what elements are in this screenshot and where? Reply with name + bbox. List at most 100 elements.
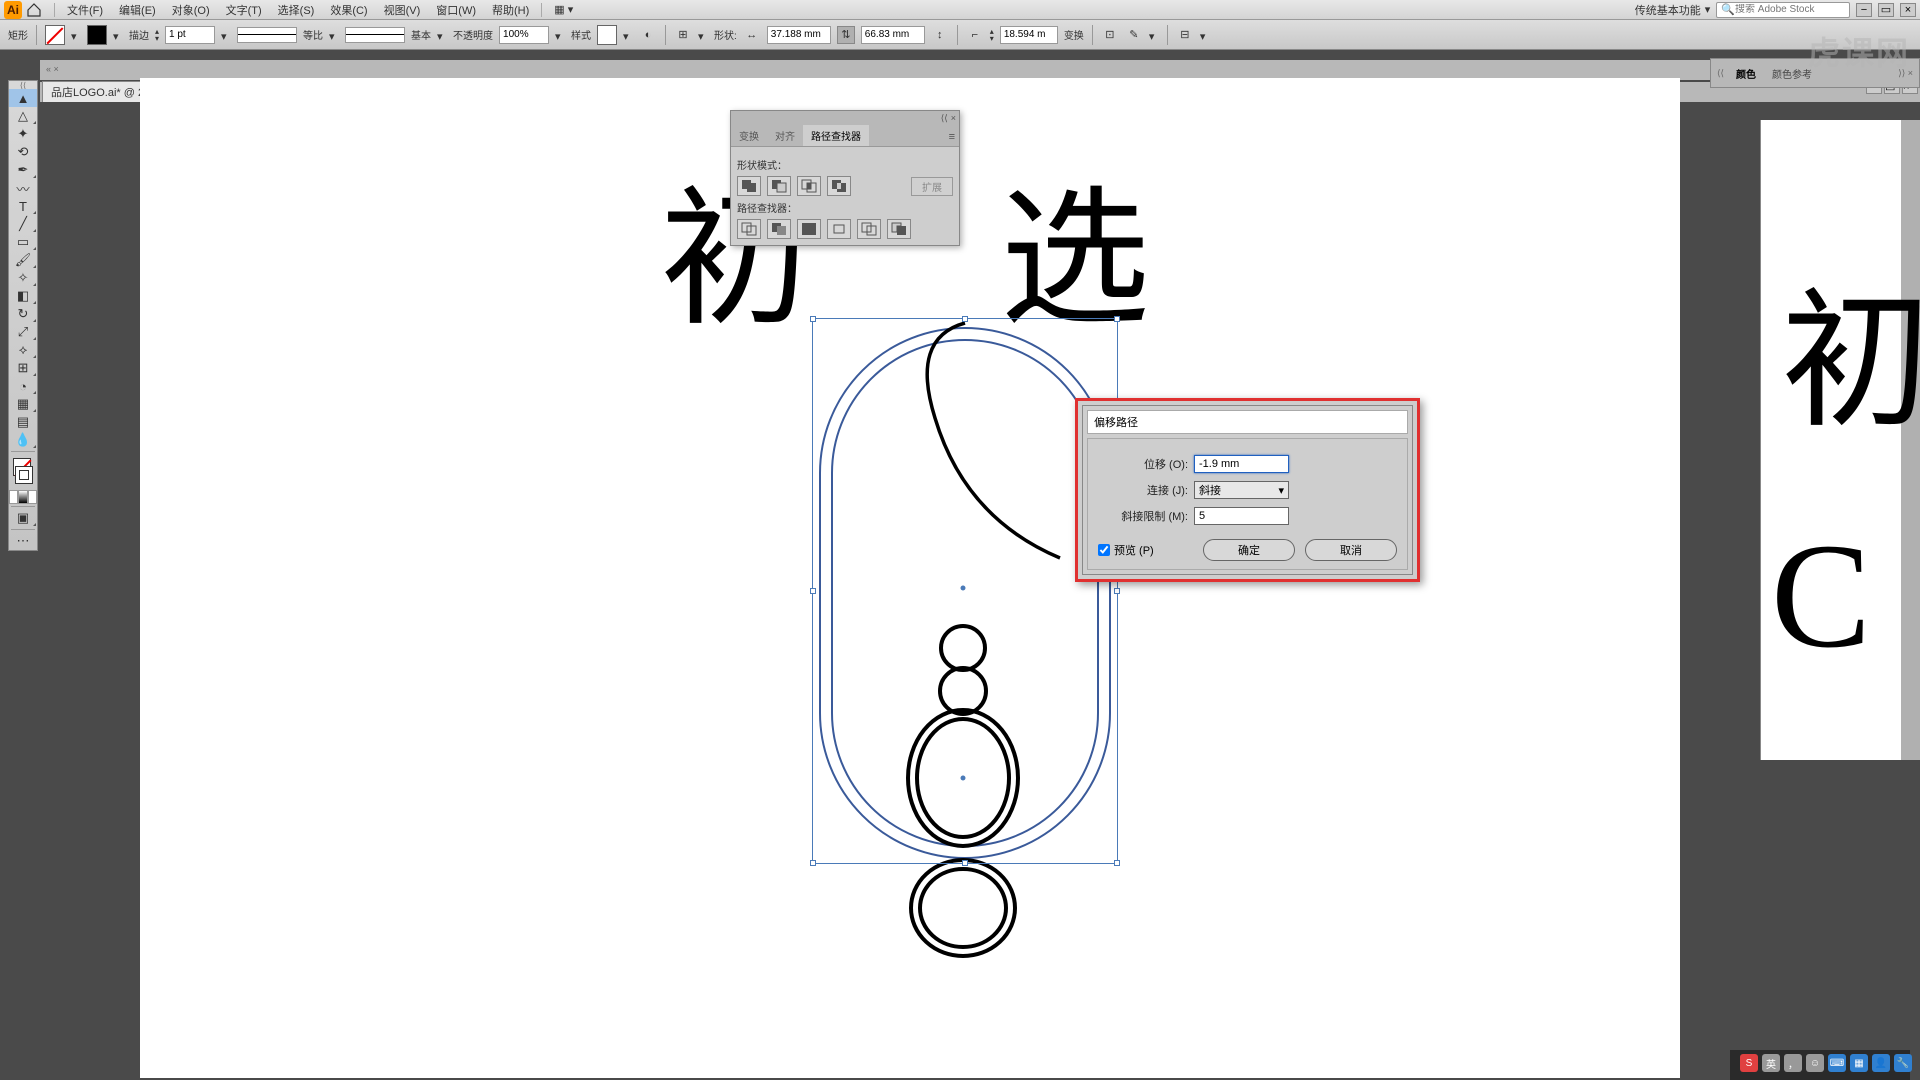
right-panel[interactable]: ⟨⟨ 颜色 颜色参考 ⟩⟩ ×	[1710, 58, 1920, 88]
expand-button[interactable]: 扩展	[911, 177, 953, 196]
panel-handle-icon[interactable]: ⟨⟨	[1717, 68, 1724, 79]
chevron-down-icon[interactable]: ▾	[221, 30, 231, 40]
workspace-switcher[interactable]: 传统基本功能 ▾	[1635, 2, 1711, 18]
color-mode-solid[interactable]	[9, 490, 18, 504]
trim-button[interactable]	[767, 219, 791, 239]
crop-button[interactable]	[827, 219, 851, 239]
chevron-down-icon[interactable]: ▾	[113, 30, 123, 40]
secondary-document[interactable]: 初 C	[1760, 120, 1920, 760]
stroke-color[interactable]	[15, 466, 33, 484]
menu-object[interactable]: 对象(O)	[164, 0, 218, 20]
stroke-weight-input[interactable]	[165, 26, 215, 44]
join-select[interactable]: 斜接▾	[1194, 481, 1289, 499]
preview-check-input[interactable]	[1098, 544, 1110, 556]
opacity-input[interactable]	[499, 26, 549, 44]
miter-input[interactable]	[1194, 507, 1289, 525]
screen-mode-tool[interactable]: ▣	[9, 509, 37, 527]
corner-icon[interactable]: ⌐	[966, 26, 984, 44]
menu-type[interactable]: 文字(T)	[218, 0, 270, 20]
stepper-icon[interactable]: ▴▾	[990, 28, 994, 42]
menu-arrange[interactable]: ▦ ▾	[546, 1, 581, 18]
line-tool[interactable]: ╱	[9, 215, 37, 233]
preview-checkbox[interactable]: 预览 (P)	[1098, 542, 1154, 558]
chevron-down-icon[interactable]: ▾	[329, 30, 339, 40]
menu-edit[interactable]: 编辑(E)	[111, 0, 164, 20]
align-tab[interactable]: 对齐	[767, 125, 803, 146]
height-input[interactable]	[861, 26, 925, 44]
pathfinder-panel[interactable]: ⟨⟨ × 变换 对齐 路径查找器 ≡ 形状模式： 扩展 路径查找器：	[730, 110, 960, 246]
menu-help[interactable]: 帮助(H)	[484, 0, 537, 20]
transform-label[interactable]: 变换	[1064, 27, 1084, 42]
menu-file[interactable]: 文件(F)	[59, 0, 111, 20]
close-button[interactable]: ×	[1900, 3, 1916, 17]
menu-effect[interactable]: 效果(C)	[322, 0, 375, 20]
offset-input[interactable]	[1194, 455, 1289, 473]
ime-tool-button[interactable]: 👤	[1872, 1054, 1890, 1072]
width-tool[interactable]: ⟡	[9, 341, 37, 359]
search-box[interactable]: 🔍	[1716, 2, 1850, 18]
lasso-tool[interactable]: ⟲	[9, 143, 37, 161]
chevron-down-icon[interactable]: ▾	[1149, 30, 1159, 40]
menu-window[interactable]: 窗口(W)	[428, 0, 484, 20]
chevron-down-icon[interactable]: ▾	[623, 30, 633, 40]
pathfinder-tab[interactable]: 路径查找器	[803, 125, 869, 146]
handle-nw[interactable]	[810, 316, 816, 322]
exclude-button[interactable]	[827, 176, 851, 196]
handle-s[interactable]	[962, 860, 968, 866]
color-guide-tab[interactable]: 颜色参考	[1768, 64, 1816, 83]
magic-wand-tool[interactable]: ✦	[9, 125, 37, 143]
transform-tab[interactable]: 变换	[731, 125, 767, 146]
width-input[interactable]	[767, 26, 831, 44]
ime-lang-button[interactable]: 英	[1762, 1054, 1780, 1072]
home-icon[interactable]	[26, 2, 42, 18]
recolor-icon[interactable]: ◐	[639, 26, 657, 44]
stepper-icon[interactable]: ▴▾	[155, 28, 159, 42]
direct-selection-tool[interactable]: △	[9, 107, 37, 125]
intersect-button[interactable]	[797, 176, 821, 196]
panel-close-icon[interactable]: ×	[951, 113, 956, 123]
free-transform-tool[interactable]: ⊞	[9, 359, 37, 377]
handle-ne[interactable]	[1114, 316, 1120, 322]
brush-basic[interactable]	[345, 27, 405, 43]
ime-settings-button[interactable]: 🔧	[1894, 1054, 1912, 1072]
ime-emoji-button[interactable]: ☺	[1806, 1054, 1824, 1072]
eraser-tool[interactable]: ◧	[9, 287, 37, 305]
handle-e[interactable]	[1114, 588, 1120, 594]
isolate-icon[interactable]: ⊡	[1101, 26, 1119, 44]
restore-button[interactable]: ▭	[1878, 3, 1894, 17]
handle-w[interactable]	[810, 588, 816, 594]
selection-tool[interactable]: ▲	[9, 89, 37, 107]
chevron-down-icon[interactable]: ▾	[555, 30, 565, 40]
link-icon[interactable]: ⇅	[837, 26, 855, 44]
menu-select[interactable]: 选择(S)	[270, 0, 323, 20]
minus-back-button[interactable]	[887, 219, 911, 239]
color-mode-gradient[interactable]	[18, 490, 27, 504]
divide-button[interactable]	[737, 219, 761, 239]
ok-button[interactable]: 确定	[1203, 539, 1295, 561]
more-icon[interactable]: ⊟	[1176, 26, 1194, 44]
stroke-swatch[interactable]	[87, 25, 107, 45]
edit-toolbar[interactable]: ⋯	[9, 532, 37, 550]
shaper-tool[interactable]: ✧	[9, 269, 37, 287]
align-icon[interactable]: ⊞	[674, 26, 692, 44]
panel-menu-icon[interactable]: ≡	[949, 131, 955, 143]
unite-button[interactable]	[737, 176, 761, 196]
offset-path-dialog[interactable]: 偏移路径 位移 (O): 连接 (J): 斜接▾ 斜接限制 (M): 预览 (P…	[1075, 398, 1420, 582]
mesh-tool[interactable]: ▤	[9, 413, 37, 431]
minimize-button[interactable]: −	[1856, 3, 1872, 17]
chevron-down-icon[interactable]: ▾	[1200, 30, 1210, 40]
cancel-button[interactable]: 取消	[1305, 539, 1397, 561]
minus-front-button[interactable]	[767, 176, 791, 196]
rectangle-tool[interactable]: ▭	[9, 233, 37, 251]
chevron-down-icon[interactable]: ▾	[698, 30, 708, 40]
merge-button[interactable]	[797, 219, 821, 239]
outline-button[interactable]	[857, 219, 881, 239]
panel-close-icon[interactable]: ⟩⟩ ×	[1898, 68, 1913, 79]
chevron-down-icon[interactable]: ▾	[437, 30, 447, 40]
handle-n[interactable]	[962, 316, 968, 322]
scale-tool[interactable]: ⤢	[9, 323, 37, 341]
edit-icon[interactable]: ✎	[1125, 26, 1143, 44]
handle-se[interactable]	[1114, 860, 1120, 866]
eyedropper-tool[interactable]: 💧	[9, 431, 37, 449]
corner-input[interactable]	[1000, 26, 1058, 44]
